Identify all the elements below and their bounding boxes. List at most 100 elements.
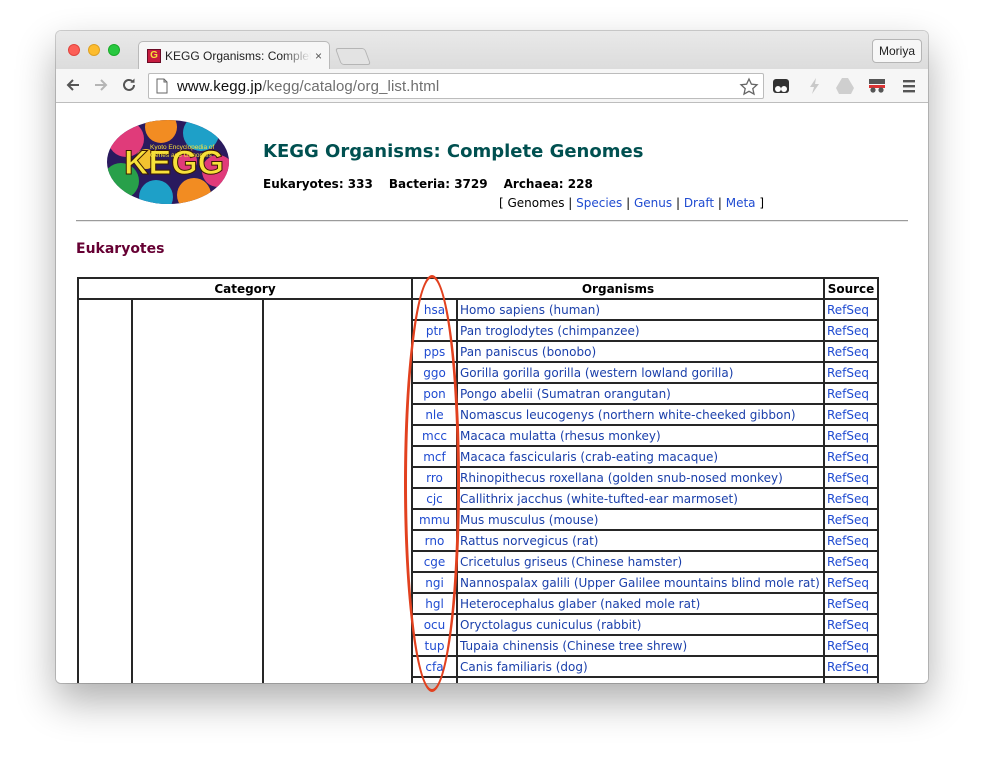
org-code-link[interactable]: mcc bbox=[411, 424, 458, 447]
url-text: www.kegg.jp/kegg/catalog/org_list.html bbox=[177, 77, 440, 95]
source-link bbox=[823, 676, 879, 683]
org-name-link[interactable]: Cricetulus griseus (Chinese hamster) bbox=[456, 550, 825, 573]
source-link[interactable]: RefSeq bbox=[823, 319, 879, 342]
org-code-link[interactable]: cjc bbox=[411, 487, 458, 510]
org-name-link[interactable]: Rattus norvegicus (rat) bbox=[456, 529, 825, 552]
bookmark-star-icon[interactable] bbox=[739, 77, 759, 97]
incognito-icon[interactable] bbox=[866, 75, 888, 97]
org-name-link[interactable]: Heterocephalus glaber (naked mole rat) bbox=[456, 592, 825, 615]
svg-text:Kyoto Encyclopedia of: Kyoto Encyclopedia of bbox=[150, 144, 215, 151]
org-name-link[interactable]: Oryctolagus cuniculus (rabbit) bbox=[456, 613, 825, 636]
org-name-link[interactable]: Tupaia chinensis (Chinese tree shrew) bbox=[456, 634, 825, 657]
org-code-link bbox=[411, 676, 458, 683]
address-bar[interactable]: www.kegg.jp/kegg/catalog/org_list.html bbox=[148, 73, 764, 99]
org-name-link[interactable]: Pan paniscus (bonobo) bbox=[456, 340, 825, 363]
org-name-link[interactable]: Macaca fascicularis (crab-eating macaque… bbox=[456, 445, 825, 468]
category-cell bbox=[77, 298, 133, 683]
source-link[interactable]: RefSeq bbox=[823, 613, 879, 636]
new-tab-button[interactable] bbox=[334, 48, 372, 65]
org-code-link[interactable]: rro bbox=[411, 466, 458, 489]
org-code-link[interactable]: ggo bbox=[411, 361, 458, 384]
org-code-link[interactable]: mcf bbox=[411, 445, 458, 468]
extension-icon[interactable] bbox=[770, 75, 792, 97]
browser-tab[interactable]: G KEGG Organisms: Complete Genomes × bbox=[138, 41, 330, 69]
org-name-link bbox=[456, 676, 825, 683]
close-window-button[interactable] bbox=[68, 44, 80, 56]
drive-icon[interactable] bbox=[834, 75, 856, 97]
organisms-header: Organisms bbox=[411, 277, 825, 300]
org-name-link[interactable]: Pan troglodytes (chimpanzee) bbox=[456, 319, 825, 342]
nav-draft-link[interactable]: Draft bbox=[684, 196, 714, 210]
page-content: KEGG Kyoto Encyclopedia of Genes and Gen… bbox=[56, 103, 928, 683]
org-code-link[interactable]: cfa bbox=[411, 655, 458, 678]
category-header: Category bbox=[77, 277, 413, 300]
source-link[interactable]: RefSeq bbox=[823, 361, 879, 384]
tab-title: KEGG Organisms: Complete Genomes bbox=[165, 48, 311, 63]
nav-genus-link[interactable]: Genus bbox=[634, 196, 672, 210]
source-link[interactable]: RefSeq bbox=[823, 571, 879, 594]
source-link[interactable]: RefSeq bbox=[823, 529, 879, 552]
org-name-link[interactable]: Pongo abelii (Sumatran orangutan) bbox=[456, 382, 825, 405]
back-icon[interactable] bbox=[62, 74, 84, 96]
org-code-link[interactable]: rno bbox=[411, 529, 458, 552]
org-code-link[interactable]: ngi bbox=[411, 571, 458, 594]
org-name-link[interactable]: Gorilla gorilla gorilla (western lowland… bbox=[456, 361, 825, 384]
section-title-eukaryotes: Eukaryotes bbox=[76, 241, 165, 257]
profile-button[interactable]: Moriya bbox=[872, 39, 922, 63]
category-cell bbox=[131, 298, 264, 683]
source-link[interactable]: RefSeq bbox=[823, 466, 879, 489]
tab-close-icon[interactable]: × bbox=[315, 49, 322, 63]
source-link[interactable]: RefSeq bbox=[823, 445, 879, 468]
minimize-window-button[interactable] bbox=[88, 44, 100, 56]
source-link[interactable]: RefSeq bbox=[823, 298, 879, 321]
org-code-link[interactable]: hsa bbox=[411, 298, 458, 321]
menu-icon[interactable] bbox=[898, 75, 920, 97]
org-name-link[interactable]: Homo sapiens (human) bbox=[456, 298, 825, 321]
eukaryotes-count: Eukaryotes: 333 bbox=[263, 177, 373, 191]
org-code-link[interactable]: ocu bbox=[411, 613, 458, 636]
archaea-count: Archaea: 228 bbox=[503, 177, 593, 191]
org-name-link[interactable]: Rhinopithecus roxellana (golden snub-nos… bbox=[456, 466, 825, 489]
org-code-link[interactable]: tup bbox=[411, 634, 458, 657]
genome-counts: Eukaryotes: 333 Bacteria: 3729 Archaea: … bbox=[263, 177, 609, 191]
title-bar: G KEGG Organisms: Complete Genomes × Mor… bbox=[56, 31, 928, 69]
source-link[interactable]: RefSeq bbox=[823, 382, 879, 405]
org-code-link[interactable]: cge bbox=[411, 550, 458, 573]
source-link[interactable]: RefSeq bbox=[823, 340, 879, 363]
org-name-link[interactable]: Mus musculus (mouse) bbox=[456, 508, 825, 531]
source-link[interactable]: RefSeq bbox=[823, 487, 879, 510]
forward-icon[interactable] bbox=[90, 74, 112, 96]
source-link[interactable]: RefSeq bbox=[823, 592, 879, 615]
browser-toolbar: www.kegg.jp/kegg/catalog/org_list.html bbox=[56, 69, 928, 103]
org-code-link[interactable]: hgl bbox=[411, 592, 458, 615]
reload-icon[interactable] bbox=[118, 74, 140, 96]
maximize-window-button[interactable] bbox=[108, 44, 120, 56]
org-code-link[interactable]: nle bbox=[411, 403, 458, 426]
page-title: KEGG Organisms: Complete Genomes bbox=[263, 141, 644, 162]
source-link[interactable]: RefSeq bbox=[823, 403, 879, 426]
source-link[interactable]: RefSeq bbox=[823, 508, 879, 531]
browser-window: G KEGG Organisms: Complete Genomes × Mor… bbox=[56, 31, 928, 683]
source-link[interactable]: RefSeq bbox=[823, 655, 879, 678]
source-link[interactable]: RefSeq bbox=[823, 424, 879, 447]
bacteria-count: Bacteria: 3729 bbox=[388, 177, 488, 191]
divider bbox=[76, 220, 908, 222]
source-link[interactable]: RefSeq bbox=[823, 550, 879, 573]
org-name-link[interactable]: Nannospalax galili (Upper Galilee mounta… bbox=[456, 571, 825, 594]
lightning-icon[interactable] bbox=[804, 75, 826, 97]
nav-meta-link[interactable]: Meta bbox=[726, 196, 756, 210]
kegg-logo[interactable]: KEGG Kyoto Encyclopedia of Genes and Gen… bbox=[106, 119, 230, 205]
org-code-link[interactable]: ptr bbox=[411, 319, 458, 342]
org-name-link[interactable]: Callithrix jacchus (white-tufted-ear mar… bbox=[456, 487, 825, 510]
page-icon bbox=[156, 78, 168, 94]
org-name-link[interactable]: Canis familiaris (dog) bbox=[456, 655, 825, 678]
org-name-link[interactable]: Macaca mulatta (rhesus monkey) bbox=[456, 424, 825, 447]
org-code-link[interactable]: pps bbox=[411, 340, 458, 363]
nav-genomes: Genomes bbox=[507, 196, 565, 210]
org-name-link[interactable]: Nomascus leucogenys (northern white-chee… bbox=[456, 403, 825, 426]
org-code-link[interactable]: mmu bbox=[411, 508, 458, 531]
org-code-link[interactable]: pon bbox=[411, 382, 458, 405]
nav-species-link[interactable]: Species bbox=[576, 196, 622, 210]
source-link[interactable]: RefSeq bbox=[823, 634, 879, 657]
organism-table: Category Organisms Source hsa Homo sapien… bbox=[77, 277, 879, 683]
